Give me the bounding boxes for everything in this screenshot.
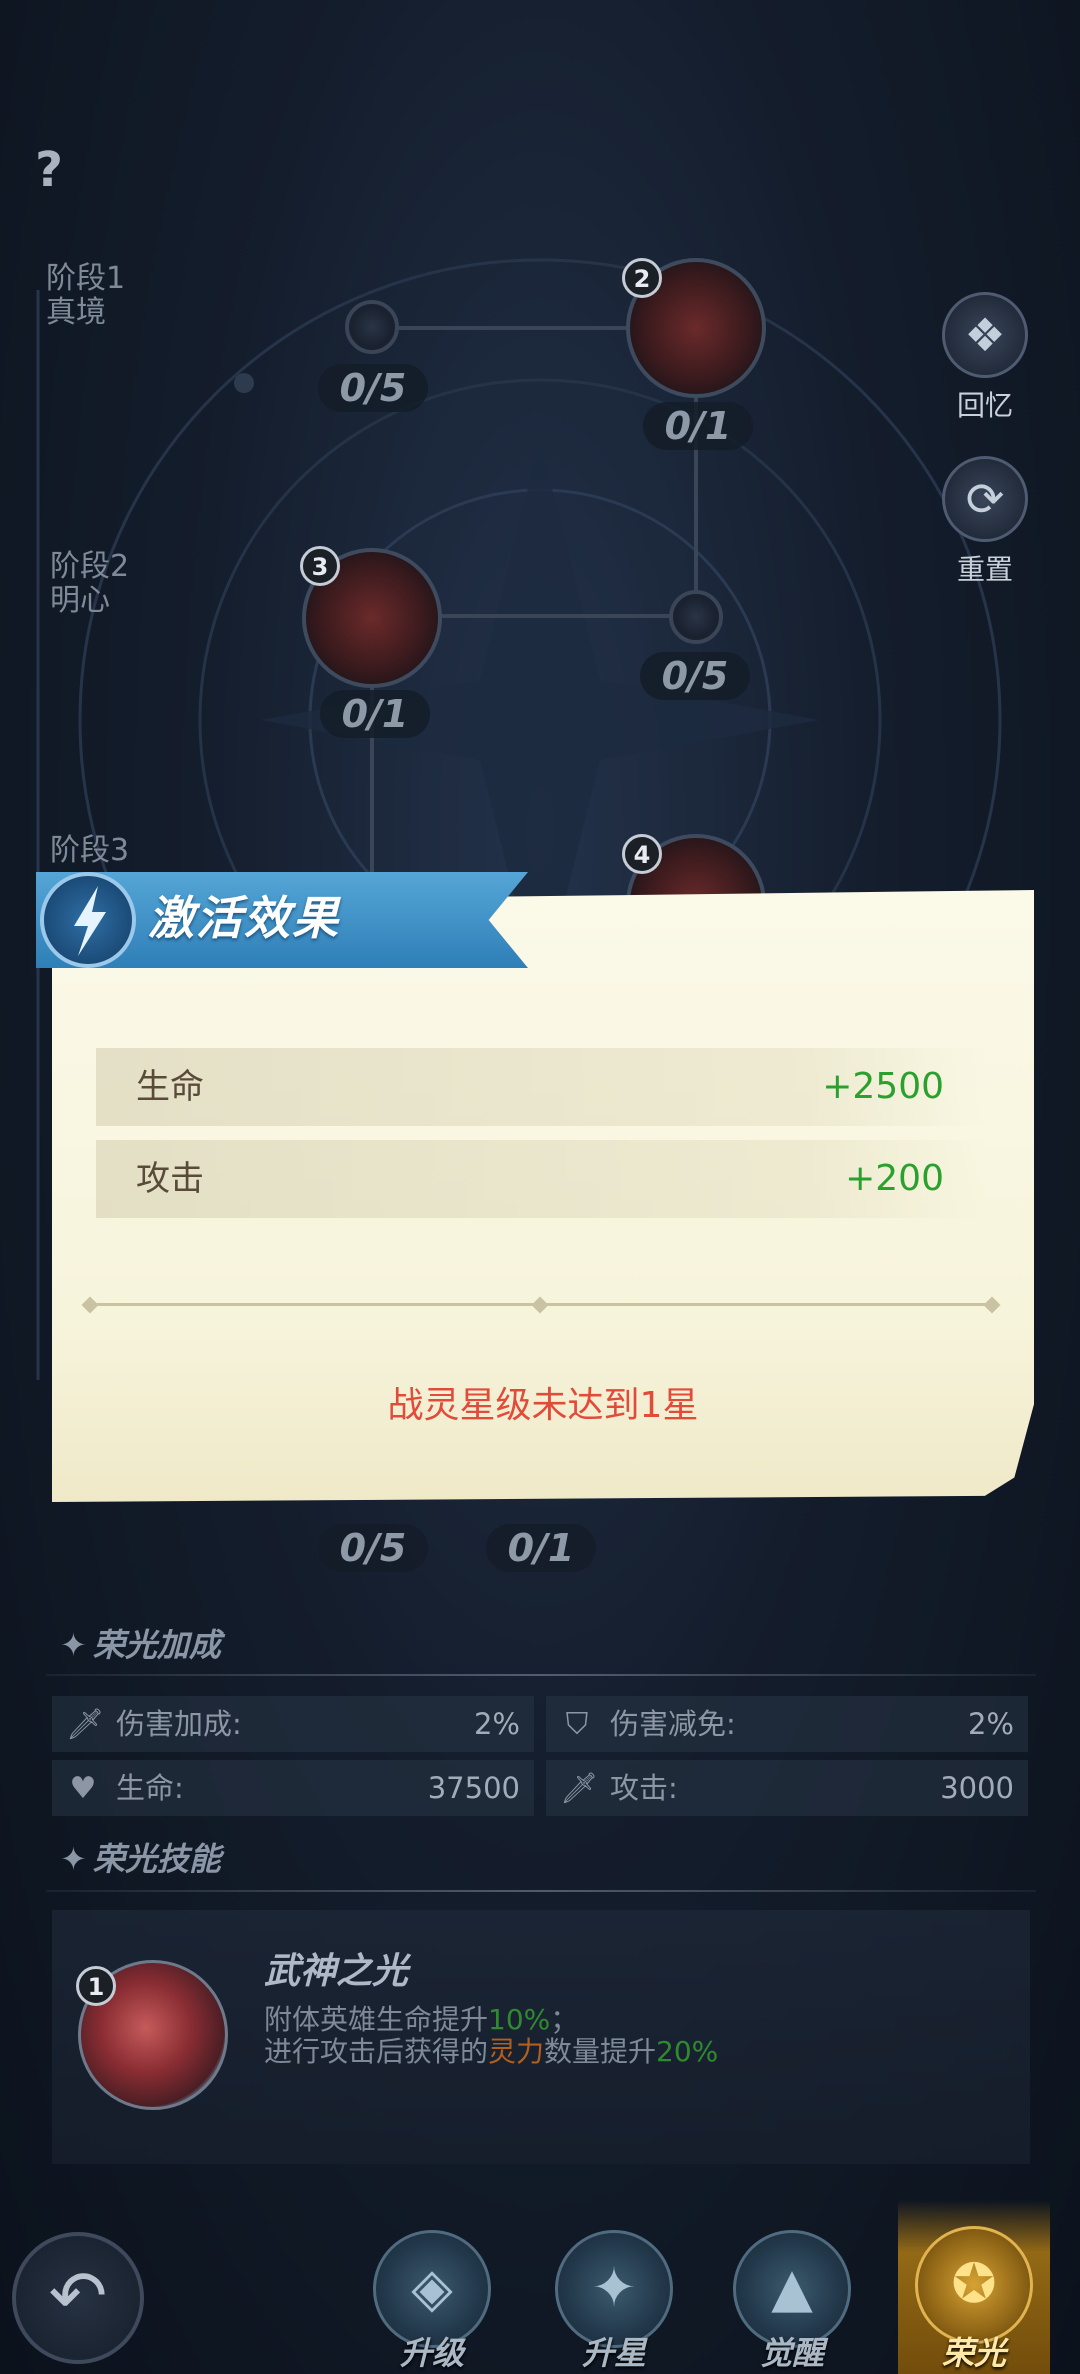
attr-value: 2% [967,1707,1014,1741]
stat-value: +2500 [822,1066,944,1107]
glory-bonus-title: ✦ 荣光加成 [60,1626,221,1664]
section-divider [46,1674,1036,1676]
node-badge: 3 [300,546,340,586]
tree-node-small[interactable] [669,590,723,644]
attr-label: 伤害加成: [116,1707,242,1741]
section-divider [46,1890,1036,1892]
node-count: 0/1 [643,402,753,450]
attr-damage-reduction: ⛉ 伤害减免: 2% [546,1696,1028,1752]
sparkle-icon: ✦ [60,1840,87,1878]
attr-label: 伤害减免: [610,1707,736,1741]
attr-damage-bonus: 🗡 伤害加成: 2% [52,1696,534,1752]
node-count: 0/1 [320,690,430,738]
stat-row: 攻击 +200 [96,1140,986,1218]
skill-badge: 1 [76,1966,116,2006]
glory-icon: ✪ [915,2226,1033,2344]
node-count: 0/5 [318,364,428,412]
memory-label: 回忆 [956,389,1013,422]
attr-value: 37500 [427,1771,520,1805]
back-arrow-icon: ↶ [48,2255,108,2337]
shield-icon: ⛉ [565,1707,589,1742]
memory-button[interactable]: ❖ 回忆 [940,292,1030,424]
attr-value: 2% [473,1707,520,1741]
memory-icon: ❖ [942,292,1028,378]
tab-label: 觉醒 [759,2334,824,2372]
tab-label: 荣光 [941,2334,1006,2372]
popup-title: 激活效果 [148,891,340,945]
stat-name: 攻击 [136,1159,204,1199]
tab-awaken[interactable]: ▲ 觉醒 [722,2220,862,2374]
attr-label: 生命: [116,1771,184,1805]
requirement-warning: 战灵星级未达到1星 [387,1385,699,1426]
sword-icon: 🗡 [66,1707,105,1742]
node-badge: 4 [622,834,662,874]
stat-row: 生命 +2500 [96,1048,986,1126]
tab-glory[interactable]: ✪ 荣光 [898,2200,1050,2374]
sword-icon: 🗡 [560,1771,599,1806]
stage-3-label: 阶段3 [50,833,130,868]
back-button[interactable]: ↶ [12,2232,144,2364]
reset-button[interactable]: ⟳ 重置 [940,456,1030,588]
tab-label: 升级 [399,2334,464,2372]
stat-name: 生命 [136,1067,204,1107]
attr-life: ♥ 生命: 37500 [52,1760,534,1816]
reset-icon: ⟳ [942,456,1028,542]
tab-upgrade[interactable]: ◈ 升级 [362,2220,502,2374]
tab-label: 升星 [581,2334,646,2372]
node-count: 0/5 [318,1524,428,1572]
tab-star-up[interactable]: ✦ 升星 [544,2220,684,2374]
lightning-emblem-icon [40,872,136,968]
skill-desc-line-2: 进行攻击后获得的灵力数量提升20% [264,2035,719,2068]
sparkle-icon: ✦ [60,1626,87,1664]
attr-value: 3000 [940,1771,1014,1805]
tree-node-small[interactable] [345,300,399,354]
stat-value: +200 [845,1158,944,1199]
stage-2-label: 阶段2 明心 [50,549,130,618]
skill-name: 武神之光 [264,1951,409,1992]
glory-skill-title: ✦ 荣光技能 [60,1840,221,1878]
help-button[interactable]: ? [26,140,72,200]
node-badge: 2 [622,258,662,298]
node-count: 0/1 [486,1524,596,1572]
stage-1-label: 阶段1 真境 [46,261,126,330]
reset-label: 重置 [956,553,1013,586]
node-count: 0/5 [640,652,750,700]
attr-attack: 🗡 攻击: 3000 [546,1760,1028,1816]
attr-label: 攻击: [610,1771,678,1805]
heart-icon: ♥ [69,1771,97,1806]
